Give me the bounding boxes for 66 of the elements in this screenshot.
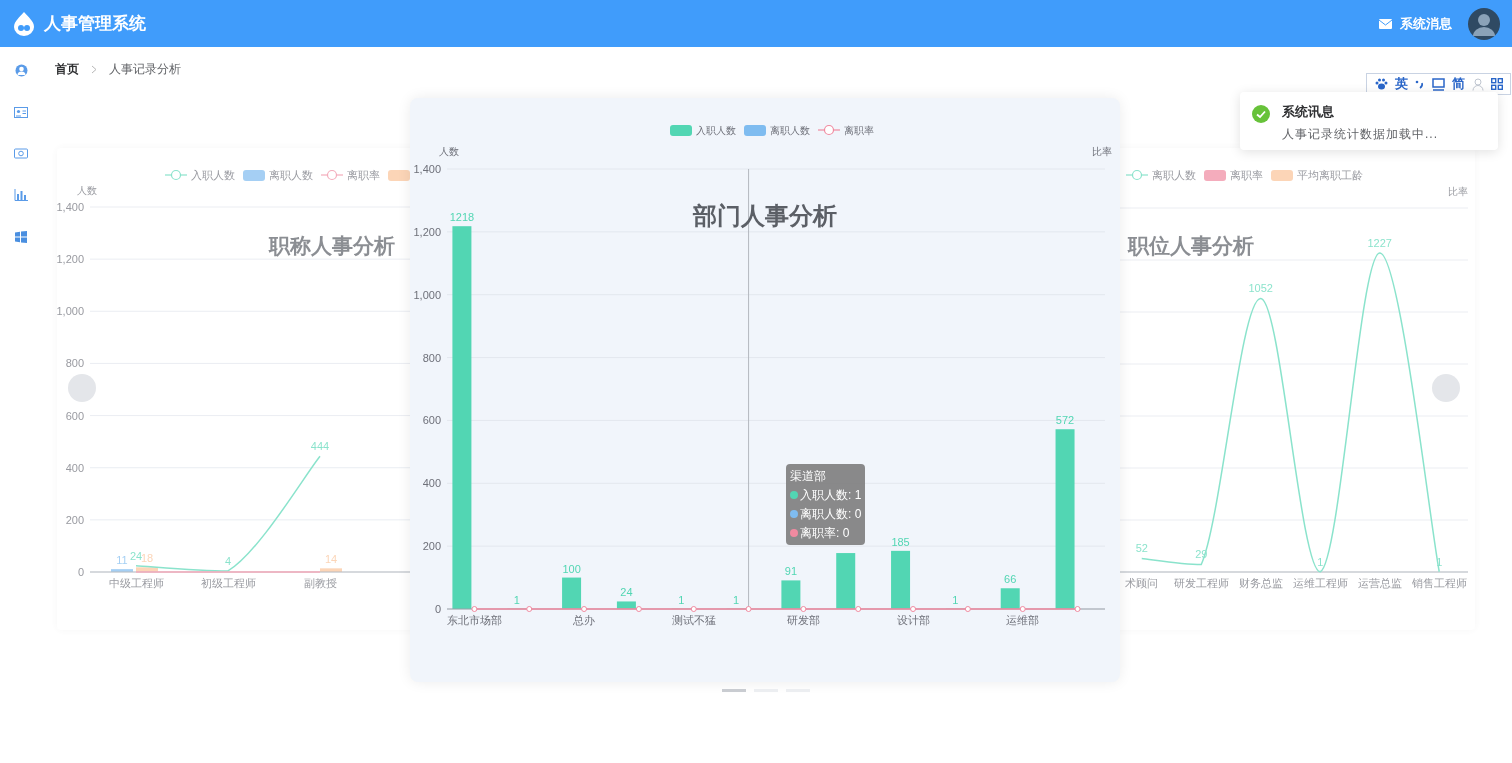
axis-tick-label: 600: [65, 409, 84, 422]
breadcrumb-current: 人事记录分析: [109, 61, 181, 78]
axis-tick-label: 1,400: [57, 201, 84, 213]
axis-title: 人数: [439, 146, 459, 157]
axis-tick-label: 设计部: [896, 614, 930, 626]
axis-tick-label: 运营总监: [1357, 577, 1402, 589]
tooltip-title: 渠道部: [790, 468, 827, 485]
data-label: 1218: [449, 211, 475, 224]
chart-title: 部门人事分析: [693, 202, 837, 229]
axis-tick-label: 总办: [573, 614, 596, 626]
data-label: 1: [952, 593, 959, 606]
tooltip-row-text: 入职人数: 1: [800, 487, 862, 504]
notification-message: 人事记录统计数据加载中...: [1282, 125, 1438, 143]
data-label: 185: [891, 535, 910, 548]
data-label: 1: [733, 593, 740, 606]
axis-title: 比率: [1448, 186, 1468, 197]
axis-tick-label: 中级工程师: [108, 577, 164, 589]
data-label: 1: [678, 593, 685, 606]
axis-tick-label: 1,200: [57, 253, 84, 266]
axis-tick-label: 200: [422, 540, 441, 553]
axis-tick-label: 400: [422, 477, 441, 490]
axis-tick-label: 术顾问: [1125, 577, 1159, 589]
axis-tick-label: 1,000: [57, 305, 84, 318]
axis-tick-label: 运维工程师: [1292, 577, 1348, 589]
axis-title: 人数: [77, 185, 97, 196]
data-label: 11: [116, 554, 128, 567]
data-label: 14: [324, 553, 338, 566]
axis-tick-label: 1,400: [413, 163, 441, 175]
axis-tick-label: 运维部: [1006, 614, 1040, 626]
data-label: 52: [1135, 542, 1148, 555]
data-label: 1227: [1367, 237, 1392, 249]
chart-title: 职位人事分析: [1128, 234, 1254, 257]
tooltip-row-text: 离职人数: 0: [800, 506, 862, 523]
axis-tick-label: 400: [65, 461, 84, 474]
data-label: 4: [224, 554, 232, 567]
axis-tick-label: 销售工程师: [1411, 577, 1467, 589]
data-label: 1052: [1248, 282, 1273, 295]
axis-tick-label: 1,200: [413, 225, 441, 238]
data-label: 1: [513, 593, 520, 606]
data-label: 66: [1004, 573, 1017, 586]
axis-tick-label: 东北市场部: [446, 614, 502, 626]
axis-tick-label: 初级工程师: [200, 577, 256, 589]
axis-tick-label: 0: [434, 603, 441, 615]
data-label: 24: [129, 549, 143, 562]
notification-title: 系统讯息: [1282, 103, 1335, 121]
axis-tick-label: 800: [65, 357, 84, 370]
data-label: 91: [784, 565, 797, 578]
axis-title: 比率: [1092, 146, 1112, 157]
axis-tick-label: 副教授: [303, 577, 337, 589]
data-label: 572: [1055, 414, 1075, 427]
data-label: 444: [310, 440, 330, 453]
data-label: 100: [562, 562, 581, 575]
chart-title: 职称人事分析: [269, 234, 395, 257]
axis-tick-label: 财务总监: [1238, 577, 1283, 589]
data-label: 24: [620, 586, 633, 599]
app-title: 人事管理系统: [44, 12, 146, 35]
tooltip-row-text: 离职率: 0: [800, 525, 850, 542]
axis-tick-label: 800: [422, 351, 441, 364]
axis-tick-label: 200: [65, 513, 84, 526]
axis-tick-label: 1,000: [413, 288, 441, 301]
axis-tick-label: 研发部: [786, 614, 820, 626]
data-label: 1: [1317, 555, 1324, 568]
axis-tick-label: 0: [77, 566, 84, 578]
axis-tick-label: 研发工程师: [1173, 577, 1229, 589]
axis-tick-label: 600: [422, 414, 441, 427]
axis-tick-label: 测试不猛: [671, 614, 716, 626]
